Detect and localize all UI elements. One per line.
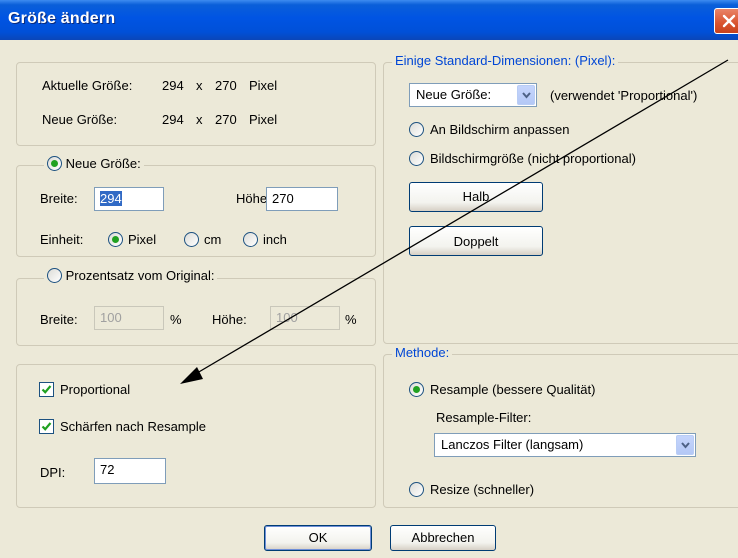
percent-sign-1: % [170, 312, 182, 327]
new-height-info-value: 270 [215, 112, 237, 127]
current-size-group [16, 62, 376, 146]
chevron-down-icon [522, 92, 531, 99]
new-times-sign: x [196, 112, 203, 127]
resize-dialog: Größe ändern Aktuelle Größe: 294 x 270 P… [0, 0, 738, 558]
resample-radio[interactable] [409, 382, 424, 397]
standard-size-dropdown-button[interactable] [517, 85, 535, 105]
dpi-label: DPI: [40, 465, 66, 480]
current-times-sign: x [196, 78, 203, 93]
current-height-value: 270 [215, 78, 237, 93]
fit-screen-label[interactable]: An Bildschirm anpassen [430, 122, 569, 137]
sharpen-checkbox[interactable] [39, 419, 54, 434]
checkmark-icon [41, 385, 52, 394]
proportional-label[interactable]: Proportional [60, 382, 130, 397]
unit-label: Einheit: [40, 232, 84, 247]
width-label: Breite: [40, 191, 78, 206]
current-size-label: Aktuelle Größe: [42, 78, 133, 93]
unit-inch-label[interactable]: inch [263, 232, 287, 247]
screen-size-radio[interactable] [409, 151, 424, 166]
chevron-down-icon [681, 442, 690, 449]
new-size-radio[interactable] [47, 156, 62, 171]
unit-cm-radio[interactable] [184, 232, 199, 247]
resample-filter-label: Resample-Filter: [436, 410, 532, 425]
checkmark-icon [41, 422, 52, 431]
method-legend: Methode: [392, 345, 453, 360]
cancel-button[interactable]: Abbrechen [390, 525, 496, 551]
resize-radio[interactable] [409, 482, 424, 497]
standard-dimensions-legend: Einige Standard-Dimensionen: (Pixel): [392, 53, 619, 68]
percent-width-input[interactable]: 100 [94, 306, 164, 330]
resample-filter-dropdown-button[interactable] [676, 435, 694, 455]
half-button[interactable]: Halb [409, 182, 543, 212]
resample-label[interactable]: Resample (bessere Qualität) [430, 382, 595, 397]
standard-size-combo-value: Neue Größe: [416, 87, 492, 102]
double-button[interactable]: Doppelt [409, 226, 543, 256]
unit-pixel-radio[interactable] [108, 232, 123, 247]
percent-width-value: 100 [100, 310, 122, 325]
unit-pixel-label[interactable]: Pixel [128, 232, 156, 247]
unit-cm-label[interactable]: cm [204, 232, 221, 247]
dpi-input[interactable]: 72 [94, 458, 166, 484]
percent-width-label: Breite: [40, 312, 78, 327]
close-button[interactable] [714, 8, 738, 34]
percent-sign-2: % [345, 312, 357, 327]
percent-radio-label[interactable]: Prozentsatz vom Original: [66, 268, 215, 283]
proportional-note: (verwendet 'Proportional') [550, 88, 698, 103]
percent-height-value: 100 [276, 310, 298, 325]
screen-size-label[interactable]: Bildschirmgröße (nicht proportional) [430, 151, 636, 166]
resample-filter-combo-value: Lanczos Filter (langsam) [441, 437, 584, 452]
new-size-radio-label[interactable]: Neue Größe: [66, 156, 141, 171]
width-input-value: 294 [100, 191, 122, 206]
height-input-value: 270 [272, 191, 294, 206]
sharpen-label[interactable]: Schärfen nach Resample [60, 419, 206, 434]
new-unit-info: Pixel [249, 112, 278, 127]
new-size-legend[interactable]: Neue Größe: [44, 156, 144, 171]
ok-button[interactable]: OK [264, 525, 372, 551]
fit-screen-radio[interactable] [409, 122, 424, 137]
new-width-info-value: 294 [162, 112, 184, 127]
width-input[interactable]: 294 [94, 187, 164, 211]
current-width-value: 294 [162, 78, 184, 93]
dialog-title: Größe ändern [8, 10, 116, 27]
percent-legend[interactable]: Prozentsatz vom Original: [44, 268, 218, 283]
standard-size-combo[interactable]: Neue Größe: [409, 83, 537, 107]
percent-radio[interactable] [47, 268, 62, 283]
new-size-info-label: Neue Größe: [42, 112, 118, 127]
dpi-input-value: 72 [100, 462, 115, 477]
percent-height-input[interactable]: 100 [270, 306, 340, 330]
proportional-checkbox[interactable] [39, 382, 54, 397]
resample-filter-combo[interactable]: Lanczos Filter (langsam) [434, 433, 696, 457]
current-unit: Pixel [249, 78, 278, 93]
title-bar[interactable]: Größe ändern [0, 0, 738, 40]
percent-height-label: Höhe: [212, 312, 247, 327]
close-x-icon [722, 14, 736, 28]
unit-inch-radio[interactable] [243, 232, 258, 247]
height-input[interactable]: 270 [266, 187, 338, 211]
resize-label[interactable]: Resize (schneller) [430, 482, 534, 497]
